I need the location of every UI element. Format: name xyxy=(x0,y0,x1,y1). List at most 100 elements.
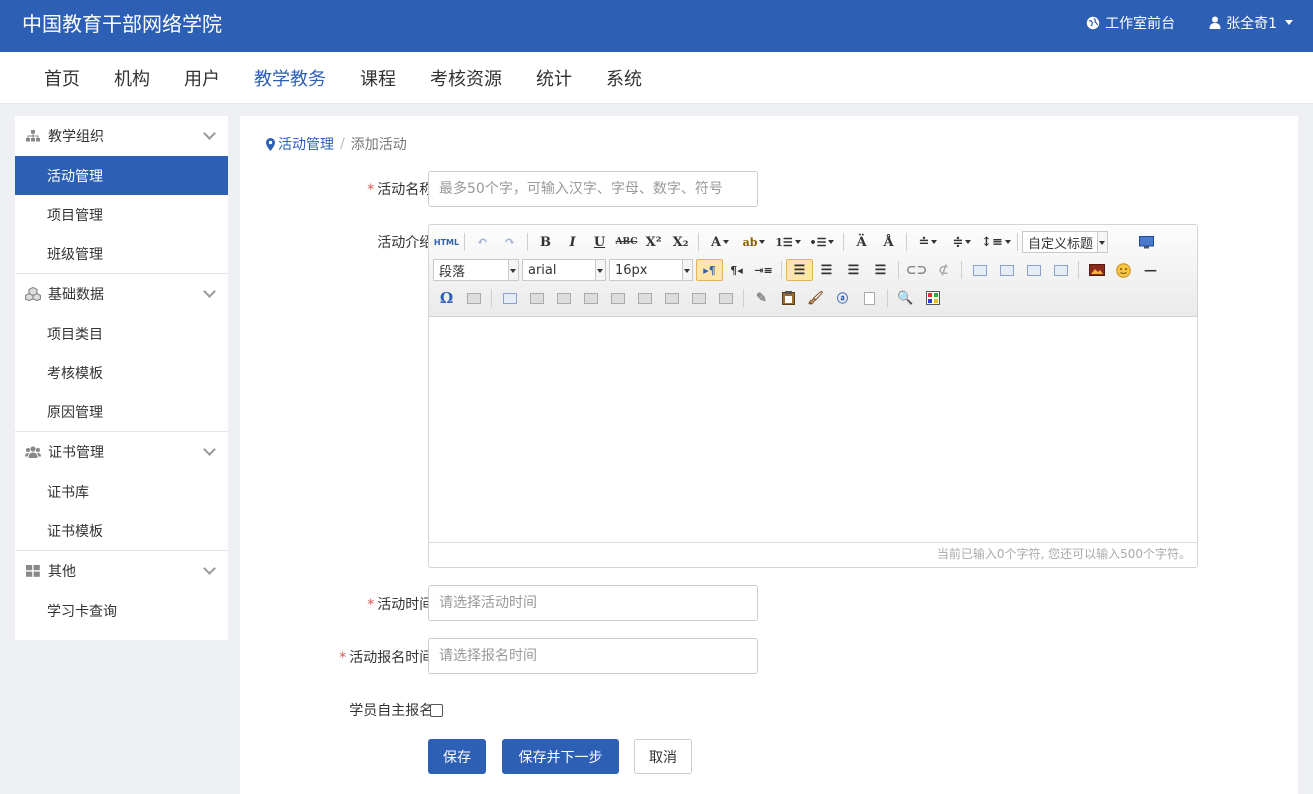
subscript-icon[interactable]: X₂ xyxy=(667,231,694,253)
html-source-icon[interactable]: HTML xyxy=(433,231,460,253)
merge-cells-icon[interactable] xyxy=(685,287,712,309)
signup-time-input[interactable] xyxy=(428,638,758,674)
nav-item-home[interactable]: 首页 xyxy=(27,65,97,91)
format-painter-icon[interactable]: 🖌 xyxy=(802,287,829,309)
image-center-icon[interactable] xyxy=(1047,259,1074,281)
bold-icon[interactable]: B xyxy=(532,231,559,253)
highlight-color-icon[interactable]: ab xyxy=(737,231,771,253)
nav-item-system[interactable]: 系统 xyxy=(589,65,659,91)
nav-item-users[interactable]: 用户 xyxy=(167,65,237,91)
align-center-icon[interactable]: ☰ xyxy=(813,259,840,281)
sidebar-group-header[interactable]: 证书管理 xyxy=(15,432,228,472)
strikethrough-icon[interactable]: ABC xyxy=(613,231,640,253)
sidebar-group-basic-data: 基础数据 项目类目 考核模板 原因管理 xyxy=(15,274,228,432)
page-break-icon[interactable] xyxy=(856,287,883,309)
editor-content-area[interactable] xyxy=(429,317,1197,542)
sidebar-group-header[interactable]: 其他 xyxy=(15,551,228,591)
clear-format-icon[interactable]: Å xyxy=(875,231,902,253)
delete-row-icon[interactable] xyxy=(604,287,631,309)
toolbar-row-1: HTML ↶ ↷ B I U ABC X² X₂ A ab 1☰ •☰ Ä Å xyxy=(433,230,1160,254)
sidebar-item-activity-mgmt[interactable]: 活动管理 xyxy=(15,156,228,195)
sidebar-group-header[interactable]: 教学组织 xyxy=(15,116,228,156)
globe-icon xyxy=(1086,16,1100,29)
search-replace-doc-icon[interactable] xyxy=(460,287,487,309)
delete-col-icon[interactable] xyxy=(658,287,685,309)
font-family-select[interactable]: arial xyxy=(522,259,606,281)
ordered-list-icon[interactable]: 1☰ xyxy=(771,231,805,253)
undo-icon[interactable]: ↶ xyxy=(469,231,496,253)
eraser-icon[interactable]: ✎ xyxy=(748,287,775,309)
text-direction-icon[interactable]: Ä xyxy=(848,231,875,253)
unordered-list-icon[interactable]: •☰ xyxy=(805,231,839,253)
delete-table-icon[interactable] xyxy=(523,287,550,309)
user-menu[interactable]: 张全奇1 xyxy=(1209,13,1293,33)
sidebar-item-assessment-template[interactable]: 考核模板 xyxy=(15,353,228,392)
frontend-link[interactable]: 工作室前台 xyxy=(1086,13,1175,33)
toolbar-row-3: Ω ✎ 🖌 ⓐ 🔍 xyxy=(433,286,946,310)
sidebar-item-class-mgmt[interactable]: 班级管理 xyxy=(15,234,228,273)
save-button[interactable]: 保存 xyxy=(428,739,486,774)
sidebar-item-project-category[interactable]: 项目类目 xyxy=(15,314,228,353)
special-char-icon[interactable]: Ω xyxy=(433,287,460,309)
breadcrumb-separator: / xyxy=(340,136,345,152)
activity-name-input[interactable] xyxy=(428,171,758,207)
nav-item-teaching[interactable]: 教学教务 xyxy=(237,65,343,91)
paragraph-select[interactable]: 段落 xyxy=(433,259,519,281)
sidebar-group-header[interactable]: 基础数据 xyxy=(15,274,228,314)
activity-time-input[interactable] xyxy=(428,585,758,621)
sidebar-group-title: 基础数据 xyxy=(48,287,104,303)
brand-title[interactable]: 中国教育干部网络学院 xyxy=(22,11,222,37)
image-float-right-icon[interactable] xyxy=(1020,259,1047,281)
image-float-left-icon[interactable] xyxy=(993,259,1020,281)
insert-row-icon[interactable] xyxy=(577,287,604,309)
font-size-select[interactable]: 16px xyxy=(609,259,693,281)
sidebar-item-project-mgmt[interactable]: 项目管理 xyxy=(15,195,228,234)
insert-table-icon[interactable] xyxy=(496,287,523,309)
auto-typeset-icon[interactable]: ⓐ xyxy=(829,287,856,309)
link-icon[interactable]: ⊂⊃ xyxy=(903,259,930,281)
align-right-icon[interactable]: ☰ xyxy=(840,259,867,281)
custom-title-select[interactable]: 自定义标题 xyxy=(1022,231,1108,253)
redo-icon[interactable]: ↷ xyxy=(496,231,523,253)
breadcrumb-current: 添加活动 xyxy=(350,137,407,153)
cancel-button[interactable]: 取消 xyxy=(634,739,692,774)
insert-image-icon[interactable] xyxy=(1083,259,1110,281)
ltr-icon[interactable]: ▸¶ xyxy=(696,259,723,281)
superscript-icon[interactable]: X² xyxy=(640,231,667,253)
paste-text-icon[interactable] xyxy=(775,287,802,309)
breadcrumb-parent-link[interactable]: 活动管理 xyxy=(278,134,334,154)
align-justify-icon[interactable]: ☰ xyxy=(867,259,894,281)
align-left-icon[interactable]: ☰ xyxy=(786,259,813,281)
self-signup-checkbox[interactable] xyxy=(430,704,443,717)
unlink-icon[interactable]: ⊄ xyxy=(930,259,957,281)
insert-paragraph-before-table-icon[interactable] xyxy=(550,287,577,309)
horizontal-rule-icon[interactable]: — xyxy=(1137,259,1164,281)
save-next-button[interactable]: 保存并下一步 xyxy=(502,739,619,774)
fullscreen-icon[interactable] xyxy=(1133,231,1160,253)
italic-icon[interactable]: I xyxy=(559,231,586,253)
sidebar-group-title: 其他 xyxy=(48,564,76,580)
nav-item-assessment[interactable]: 考核资源 xyxy=(413,65,519,91)
insert-col-icon[interactable] xyxy=(631,287,658,309)
row-spacing-top-icon[interactable]: ≐ xyxy=(911,231,945,253)
font-color-icon[interactable]: A xyxy=(703,231,737,253)
editor-toolbar: HTML ↶ ↷ B I U ABC X² X₂ A ab 1☰ •☰ Ä Å xyxy=(429,225,1197,317)
nav-item-courses[interactable]: 课程 xyxy=(343,65,413,91)
rich-text-editor: HTML ↶ ↷ B I U ABC X² X₂ A ab 1☰ •☰ Ä Å xyxy=(428,224,1198,568)
nav-item-stats[interactable]: 统计 xyxy=(519,65,589,91)
insert-frame-icon[interactable] xyxy=(919,287,946,309)
underline-icon[interactable]: U xyxy=(586,231,613,253)
indent-icon[interactable]: ⇥≡ xyxy=(750,259,777,281)
nav-item-org[interactable]: 机构 xyxy=(97,65,167,91)
line-height-icon[interactable]: ↕≡ xyxy=(979,231,1013,253)
split-cells-icon[interactable] xyxy=(712,287,739,309)
sidebar-item-cert-library[interactable]: 证书库 xyxy=(15,472,228,511)
sidebar-item-cert-template[interactable]: 证书模板 xyxy=(15,511,228,550)
sidebar-item-reason-mgmt[interactable]: 原因管理 xyxy=(15,392,228,431)
image-float-none-icon[interactable] xyxy=(966,259,993,281)
emotion-icon[interactable] xyxy=(1110,259,1137,281)
rtl-icon[interactable]: ¶◂ xyxy=(723,259,750,281)
preview-icon[interactable]: 🔍 xyxy=(892,287,919,309)
sidebar-item-card-query[interactable]: 学习卡查询 xyxy=(15,591,228,630)
row-spacing-bottom-icon[interactable]: ≑ xyxy=(945,231,979,253)
